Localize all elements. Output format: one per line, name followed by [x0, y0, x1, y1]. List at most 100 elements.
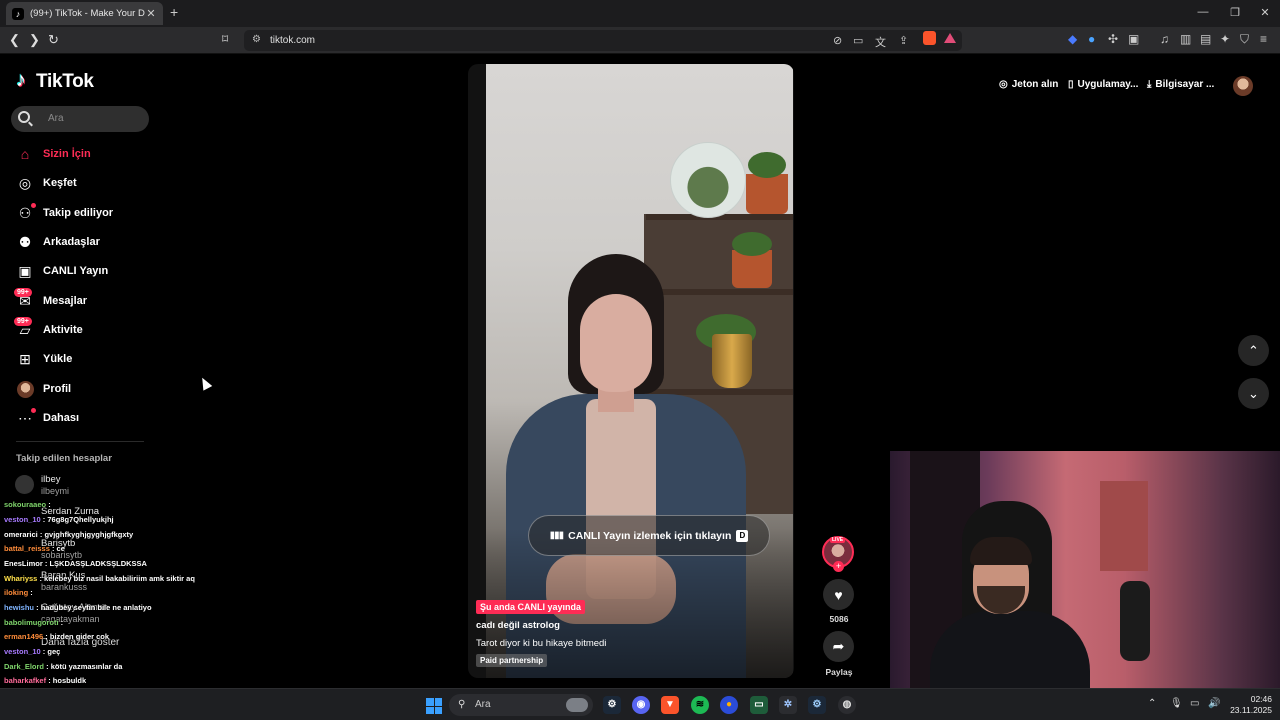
sidebar-item-profile[interactable]: Profil	[15, 378, 155, 400]
terminal-icon[interactable]: ▭	[750, 696, 768, 714]
brave-shields-icon[interactable]	[923, 31, 936, 45]
app-icon[interactable]: ●	[720, 696, 738, 714]
volume-icon[interactable]: 🔊	[1208, 698, 1220, 709]
tab-close-icon[interactable]: ✕	[145, 7, 157, 20]
windows-start-icon[interactable]	[426, 698, 442, 714]
chat-username: Dark_Elord	[4, 662, 45, 671]
site-info-icon[interactable]: ⚙	[252, 34, 261, 45]
taskbar-clock[interactable]: 02:46 23.11.2025	[1228, 694, 1272, 716]
obs-icon[interactable]: ◍	[838, 696, 856, 714]
sidebar-icon[interactable]: ▥	[1180, 32, 1191, 46]
brave-rewards-icon[interactable]	[944, 33, 956, 43]
wallet-icon[interactable]: ▤	[1200, 32, 1211, 46]
sidebar-item-messages[interactable]: ✉ 99+ Mesajlar	[14, 288, 155, 312]
get-coins-button[interactable]: ◎ Jeton alın	[999, 79, 1058, 90]
sidebar-item-explore[interactable]: ◎ Keşfet	[15, 172, 155, 194]
chevron-up-icon: ⌃	[1248, 342, 1259, 358]
image-off-icon[interactable]: ⊘	[833, 34, 842, 47]
brave-icon[interactable]: ▼	[661, 696, 679, 714]
spotify-icon[interactable]: ≋	[691, 696, 709, 714]
like-button[interactable]: ♥	[823, 579, 854, 610]
vpn-icon[interactable]: ⛉	[1240, 32, 1249, 47]
forward-icon[interactable]: ❯	[29, 32, 40, 48]
media-icon[interactable]: ♫	[1160, 32, 1169, 46]
watch-live-button[interactable]: ▮▮▮ CANLI Yayın izlemek için tıklayın D	[528, 515, 770, 556]
chat-username: veston_10	[4, 515, 41, 524]
microphone	[1120, 581, 1150, 661]
time: 02:46	[1250, 694, 1272, 704]
chat-username: baharkafkef	[4, 676, 47, 685]
chat-username: iloking	[4, 588, 29, 597]
upload-icon: ⊞	[19, 350, 31, 367]
translate-icon[interactable]: 文	[875, 34, 886, 50]
taskbar-search[interactable]: ⚲ Ara	[449, 694, 593, 716]
chat-text: : hadubey seyfin bile ne anlatiyo	[36, 603, 152, 612]
person-face	[580, 294, 652, 392]
maximize-icon[interactable]: ❐	[1228, 6, 1242, 19]
tab-title: (99+) TikTok - Make Your Day	[30, 8, 145, 19]
leo-ai-icon[interactable]: ✦	[1220, 32, 1230, 46]
network-icon[interactable]: ▭	[1190, 698, 1199, 709]
sidebar-item-more[interactable]: ⋯ Dahası	[15, 407, 155, 429]
live-video-frame[interactable]	[486, 64, 793, 678]
sidebar-item-label: Sizin İçin	[43, 148, 91, 160]
address-bar[interactable]: ⚙ tiktok.com ⊘ ▭ 文 ⇪	[244, 30, 962, 51]
video-player[interactable]	[468, 64, 794, 678]
sidebar-item-label: Arkadaşlar	[43, 236, 100, 248]
live-badge: LIVE	[830, 537, 846, 543]
steam-icon[interactable]: ⚙	[603, 696, 621, 714]
tiktok-favicon-icon: ♪	[12, 7, 24, 20]
profile-avatar	[15, 379, 35, 399]
steam-app-icon[interactable]: ⚙	[808, 696, 826, 714]
cast-icon[interactable]: ▭	[853, 34, 863, 47]
share-arrow-icon: ➦	[832, 638, 845, 654]
screenshot-icon[interactable]: ▣	[1128, 32, 1139, 46]
previous-video-button[interactable]: ⌃	[1238, 335, 1269, 366]
url-text: tiktok.com	[270, 35, 316, 46]
reload-icon[interactable]: ↻	[48, 32, 59, 48]
sidebar-item-live[interactable]: ▣ CANLI Yayın	[15, 260, 155, 282]
share-icon[interactable]: ⇪	[899, 34, 908, 47]
avatar[interactable]	[15, 475, 34, 494]
following-account-name[interactable]: ilbey	[41, 474, 61, 485]
extensions-icon[interactable]: ✣	[1108, 32, 1118, 46]
search-input[interactable]: Ara	[11, 106, 149, 132]
menu-icon[interactable]: ≡	[1260, 32, 1267, 46]
discord-icon[interactable]: ◉	[632, 696, 650, 714]
get-app-button[interactable]: ▯ Uygulamay...	[1068, 79, 1138, 90]
sidebar-item-friends[interactable]: ⚉ Arkadaşlar	[15, 231, 155, 253]
user-avatar[interactable]	[1233, 76, 1253, 96]
sidebar-item-for-you[interactable]: ⌂ Sizin İçin	[15, 143, 155, 165]
sidebar-item-activity[interactable]: ▱ 99+ Aktivite	[14, 317, 155, 341]
settings-icon[interactable]: ✲	[779, 696, 797, 714]
share-label: Paylaş	[825, 667, 853, 677]
back-icon[interactable]: ❮	[9, 32, 20, 48]
tiktok-logo[interactable]: TikTok	[16, 69, 94, 93]
gold-pot	[712, 334, 752, 388]
plant	[732, 232, 772, 256]
tray-chevron-up-icon[interactable]: ⌃	[1148, 698, 1156, 709]
share-button[interactable]: ➦	[823, 631, 854, 662]
activity-badge: 99+	[14, 317, 32, 326]
shelf	[646, 289, 793, 295]
live-now-tag[interactable]: Şu anda CANLI yayında	[476, 600, 586, 614]
minimize-icon[interactable]: —	[1196, 6, 1210, 18]
chevron-down-icon: ⌄	[1248, 385, 1259, 401]
sidebar-item-following[interactable]: ⚇ Takip ediliyor	[15, 202, 155, 224]
chat-text: : kötü yazmasınlar da	[46, 662, 123, 671]
bookmark-icon[interactable]: ⌑	[222, 32, 234, 47]
streamer-body	[930, 611, 1090, 688]
video-author[interactable]: cadı değil astrolog	[476, 620, 560, 631]
extension-shield-icon[interactable]: ◆	[1068, 32, 1077, 46]
desktop-app-button[interactable]: ⤓ Bilgisayar ...	[1147, 79, 1214, 90]
microphone-icon[interactable]: 🎙	[1170, 698, 1183, 709]
new-tab-icon[interactable]: +	[170, 4, 178, 20]
date: 23.11.2025	[1230, 705, 1272, 715]
window-close-icon[interactable]: ✕	[1258, 6, 1272, 19]
browser-tab[interactable]: ♪ (99+) TikTok - Make Your Day ✕	[6, 2, 163, 25]
next-video-button[interactable]: ⌄	[1238, 378, 1269, 409]
extension-vpn-icon[interactable]: ●	[1088, 32, 1095, 46]
follow-plus-icon[interactable]: +	[833, 561, 844, 572]
sidebar-item-upload[interactable]: ⊞ Yükle	[15, 348, 155, 370]
following-account-handle: ilbeymi	[41, 486, 70, 496]
